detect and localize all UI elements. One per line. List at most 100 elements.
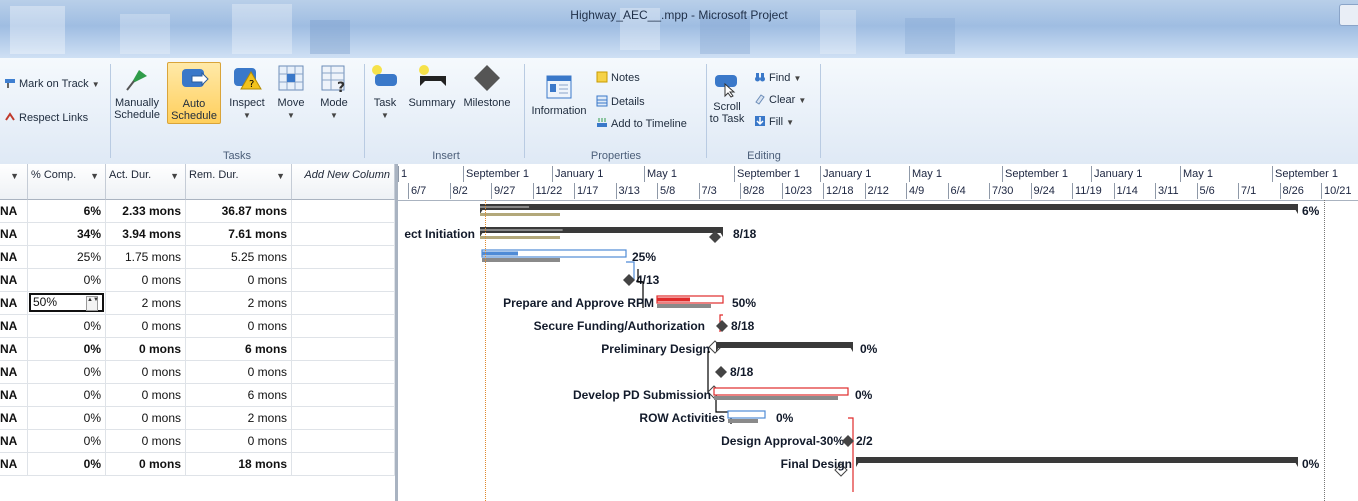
table-row[interactable]: NA 50% ▲▼ 2 mons 2 mons xyxy=(0,292,395,315)
baseline-bar[interactable] xyxy=(714,396,838,400)
cell-lead[interactable]: NA xyxy=(0,246,28,269)
cell-actual-duration[interactable]: 0 mons xyxy=(106,453,186,476)
fill-button[interactable]: Fill ▼ xyxy=(754,114,794,130)
insert-milestone-button[interactable]: Milestone xyxy=(458,62,516,112)
cell-new-column[interactable] xyxy=(292,384,395,407)
cell-remaining-duration[interactable]: 5.25 mons xyxy=(186,246,292,269)
insert-task-button[interactable]: Task ▼ xyxy=(366,62,404,126)
column-header-actual-duration[interactable]: Act. Dur. ▼ xyxy=(106,164,186,200)
cell-lead[interactable]: NA xyxy=(0,384,28,407)
cell-remaining-duration[interactable]: 2 mons xyxy=(186,407,292,430)
cell-actual-duration[interactable]: 2.33 mons xyxy=(106,200,186,223)
mode-button[interactable]: ? Mode ▼ xyxy=(314,62,354,126)
find-button[interactable]: Find ▼ xyxy=(754,70,801,86)
clear-button[interactable]: Clear ▼ xyxy=(754,92,806,108)
cell-actual-duration[interactable]: 2 mons xyxy=(106,292,186,315)
cell-remaining-duration[interactable]: 6 mons xyxy=(186,384,292,407)
task-progress-bar[interactable] xyxy=(482,251,518,256)
baseline-bar[interactable] xyxy=(480,236,560,239)
cell-lead[interactable]: NA xyxy=(0,430,28,453)
cell-new-column[interactable] xyxy=(292,361,395,384)
milestone-diamond[interactable] xyxy=(715,366,727,378)
cell-percent-complete[interactable]: 6% xyxy=(28,200,106,223)
table-row[interactable]: NA 0% 0 mons 18 mons xyxy=(0,453,395,476)
cell-new-column[interactable] xyxy=(292,430,395,453)
cell-new-column[interactable] xyxy=(292,453,395,476)
cell-actual-duration[interactable]: 1.75 mons xyxy=(106,246,186,269)
spinner-arrows-icon[interactable]: ▲▼ xyxy=(86,296,99,311)
cell-lead[interactable]: NA xyxy=(0,223,28,246)
column-header-remaining-duration[interactable]: Rem. Dur. ▼ xyxy=(186,164,292,200)
cell-actual-duration[interactable]: 3.94 mons xyxy=(106,223,186,246)
cell-lead[interactable]: NA xyxy=(0,315,28,338)
scroll-to-task-button[interactable]: Scroll to Task xyxy=(708,72,746,126)
cell-percent-complete[interactable]: 0% xyxy=(28,384,106,407)
cell-remaining-duration[interactable]: 7.61 mons xyxy=(186,223,292,246)
cell-percent-complete[interactable]: 0% xyxy=(28,407,106,430)
cell-percent-complete[interactable]: 0% xyxy=(28,361,106,384)
task-progress-bar[interactable] xyxy=(657,297,690,302)
cell-lead[interactable]: NA xyxy=(0,361,28,384)
cell-remaining-duration[interactable]: 2 mons xyxy=(186,292,292,315)
cell-lead[interactable]: NA xyxy=(0,200,28,223)
cell-lead[interactable]: NA xyxy=(0,269,28,292)
summary-bar[interactable] xyxy=(480,204,1298,210)
table-row[interactable]: NA 25% 1.75 mons 5.25 mons xyxy=(0,246,395,269)
column-header-lead[interactable]: ▼ xyxy=(0,164,28,200)
task-bar[interactable] xyxy=(727,410,766,419)
table-row[interactable]: NA 0% 0 mons 6 mons xyxy=(0,384,395,407)
column-header-add-new[interactable]: Add New Column xyxy=(292,164,395,200)
table-row[interactable]: NA 0% 0 mons 0 mons xyxy=(0,361,395,384)
move-button[interactable]: Move ▼ xyxy=(272,62,310,126)
cell-percent-complete[interactable]: 0% xyxy=(28,453,106,476)
task-bar[interactable] xyxy=(713,387,849,396)
cell-percent-complete[interactable]: 50% ▲▼ xyxy=(28,292,106,315)
cell-remaining-duration[interactable]: 0 mons xyxy=(186,361,292,384)
cell-new-column[interactable] xyxy=(292,200,395,223)
cell-lead[interactable]: NA xyxy=(0,407,28,430)
baseline-bar[interactable] xyxy=(657,304,711,308)
cell-percent-complete[interactable]: 0% xyxy=(28,430,106,453)
cell-percent-complete[interactable]: 34% xyxy=(28,223,106,246)
information-button[interactable]: Information xyxy=(526,72,592,122)
baseline-bar[interactable] xyxy=(482,258,560,262)
cell-percent-complete[interactable]: 0% xyxy=(28,269,106,292)
table-row[interactable]: NA 6% 2.33 mons 36.87 mons xyxy=(0,200,395,223)
summary-progress[interactable] xyxy=(480,229,563,231)
cell-actual-duration[interactable]: 0 mons xyxy=(106,315,186,338)
milestone-diamond[interactable] xyxy=(716,320,728,332)
mark-on-track-button[interactable]: Mark on Track ▼ xyxy=(4,76,100,92)
cell-percent-complete[interactable]: 0% xyxy=(28,338,106,361)
cell-actual-duration[interactable]: 0 mons xyxy=(106,430,186,453)
respect-links-button[interactable]: Respect Links xyxy=(4,110,88,126)
cell-actual-duration[interactable]: 0 mons xyxy=(106,361,186,384)
cell-new-column[interactable] xyxy=(292,292,395,315)
cell-remaining-duration[interactable]: 36.87 mons xyxy=(186,200,292,223)
table-row[interactable]: NA 34% 3.94 mons 7.61 mons xyxy=(0,223,395,246)
inspect-button[interactable]: ? Inspect ▼ xyxy=(224,62,270,126)
summary-bar[interactable] xyxy=(716,342,853,348)
window-control-button[interactable] xyxy=(1339,4,1358,26)
cell-actual-duration[interactable]: 0 mons xyxy=(106,384,186,407)
auto-schedule-button[interactable]: Auto Schedule xyxy=(167,62,221,124)
cell-actual-duration[interactable]: 0 mons xyxy=(106,269,186,292)
manually-schedule-button[interactable]: Manually Schedule xyxy=(112,62,162,124)
cell-remaining-duration[interactable]: 0 mons xyxy=(186,315,292,338)
cell-lead[interactable]: NA xyxy=(0,453,28,476)
table-row[interactable]: NA 0% 0 mons 0 mons xyxy=(0,430,395,453)
cell-new-column[interactable] xyxy=(292,338,395,361)
table-row[interactable]: NA 0% 0 mons 2 mons xyxy=(0,407,395,430)
cell-lead[interactable]: NA xyxy=(0,338,28,361)
baseline-bar[interactable] xyxy=(480,213,560,216)
cell-new-column[interactable] xyxy=(292,269,395,292)
percent-complete-spinner[interactable]: 50% ▲▼ xyxy=(29,293,104,312)
cell-new-column[interactable] xyxy=(292,407,395,430)
dependency-link[interactable] xyxy=(848,417,854,492)
add-to-timeline-button[interactable]: Add to Timeline xyxy=(596,116,687,132)
cell-actual-duration[interactable]: 0 mons xyxy=(106,407,186,430)
cell-actual-duration[interactable]: 0 mons xyxy=(106,338,186,361)
cell-new-column[interactable] xyxy=(292,315,395,338)
cell-remaining-duration[interactable]: 6 mons xyxy=(186,338,292,361)
baseline-bar[interactable] xyxy=(728,419,758,423)
cell-remaining-duration[interactable]: 0 mons xyxy=(186,269,292,292)
